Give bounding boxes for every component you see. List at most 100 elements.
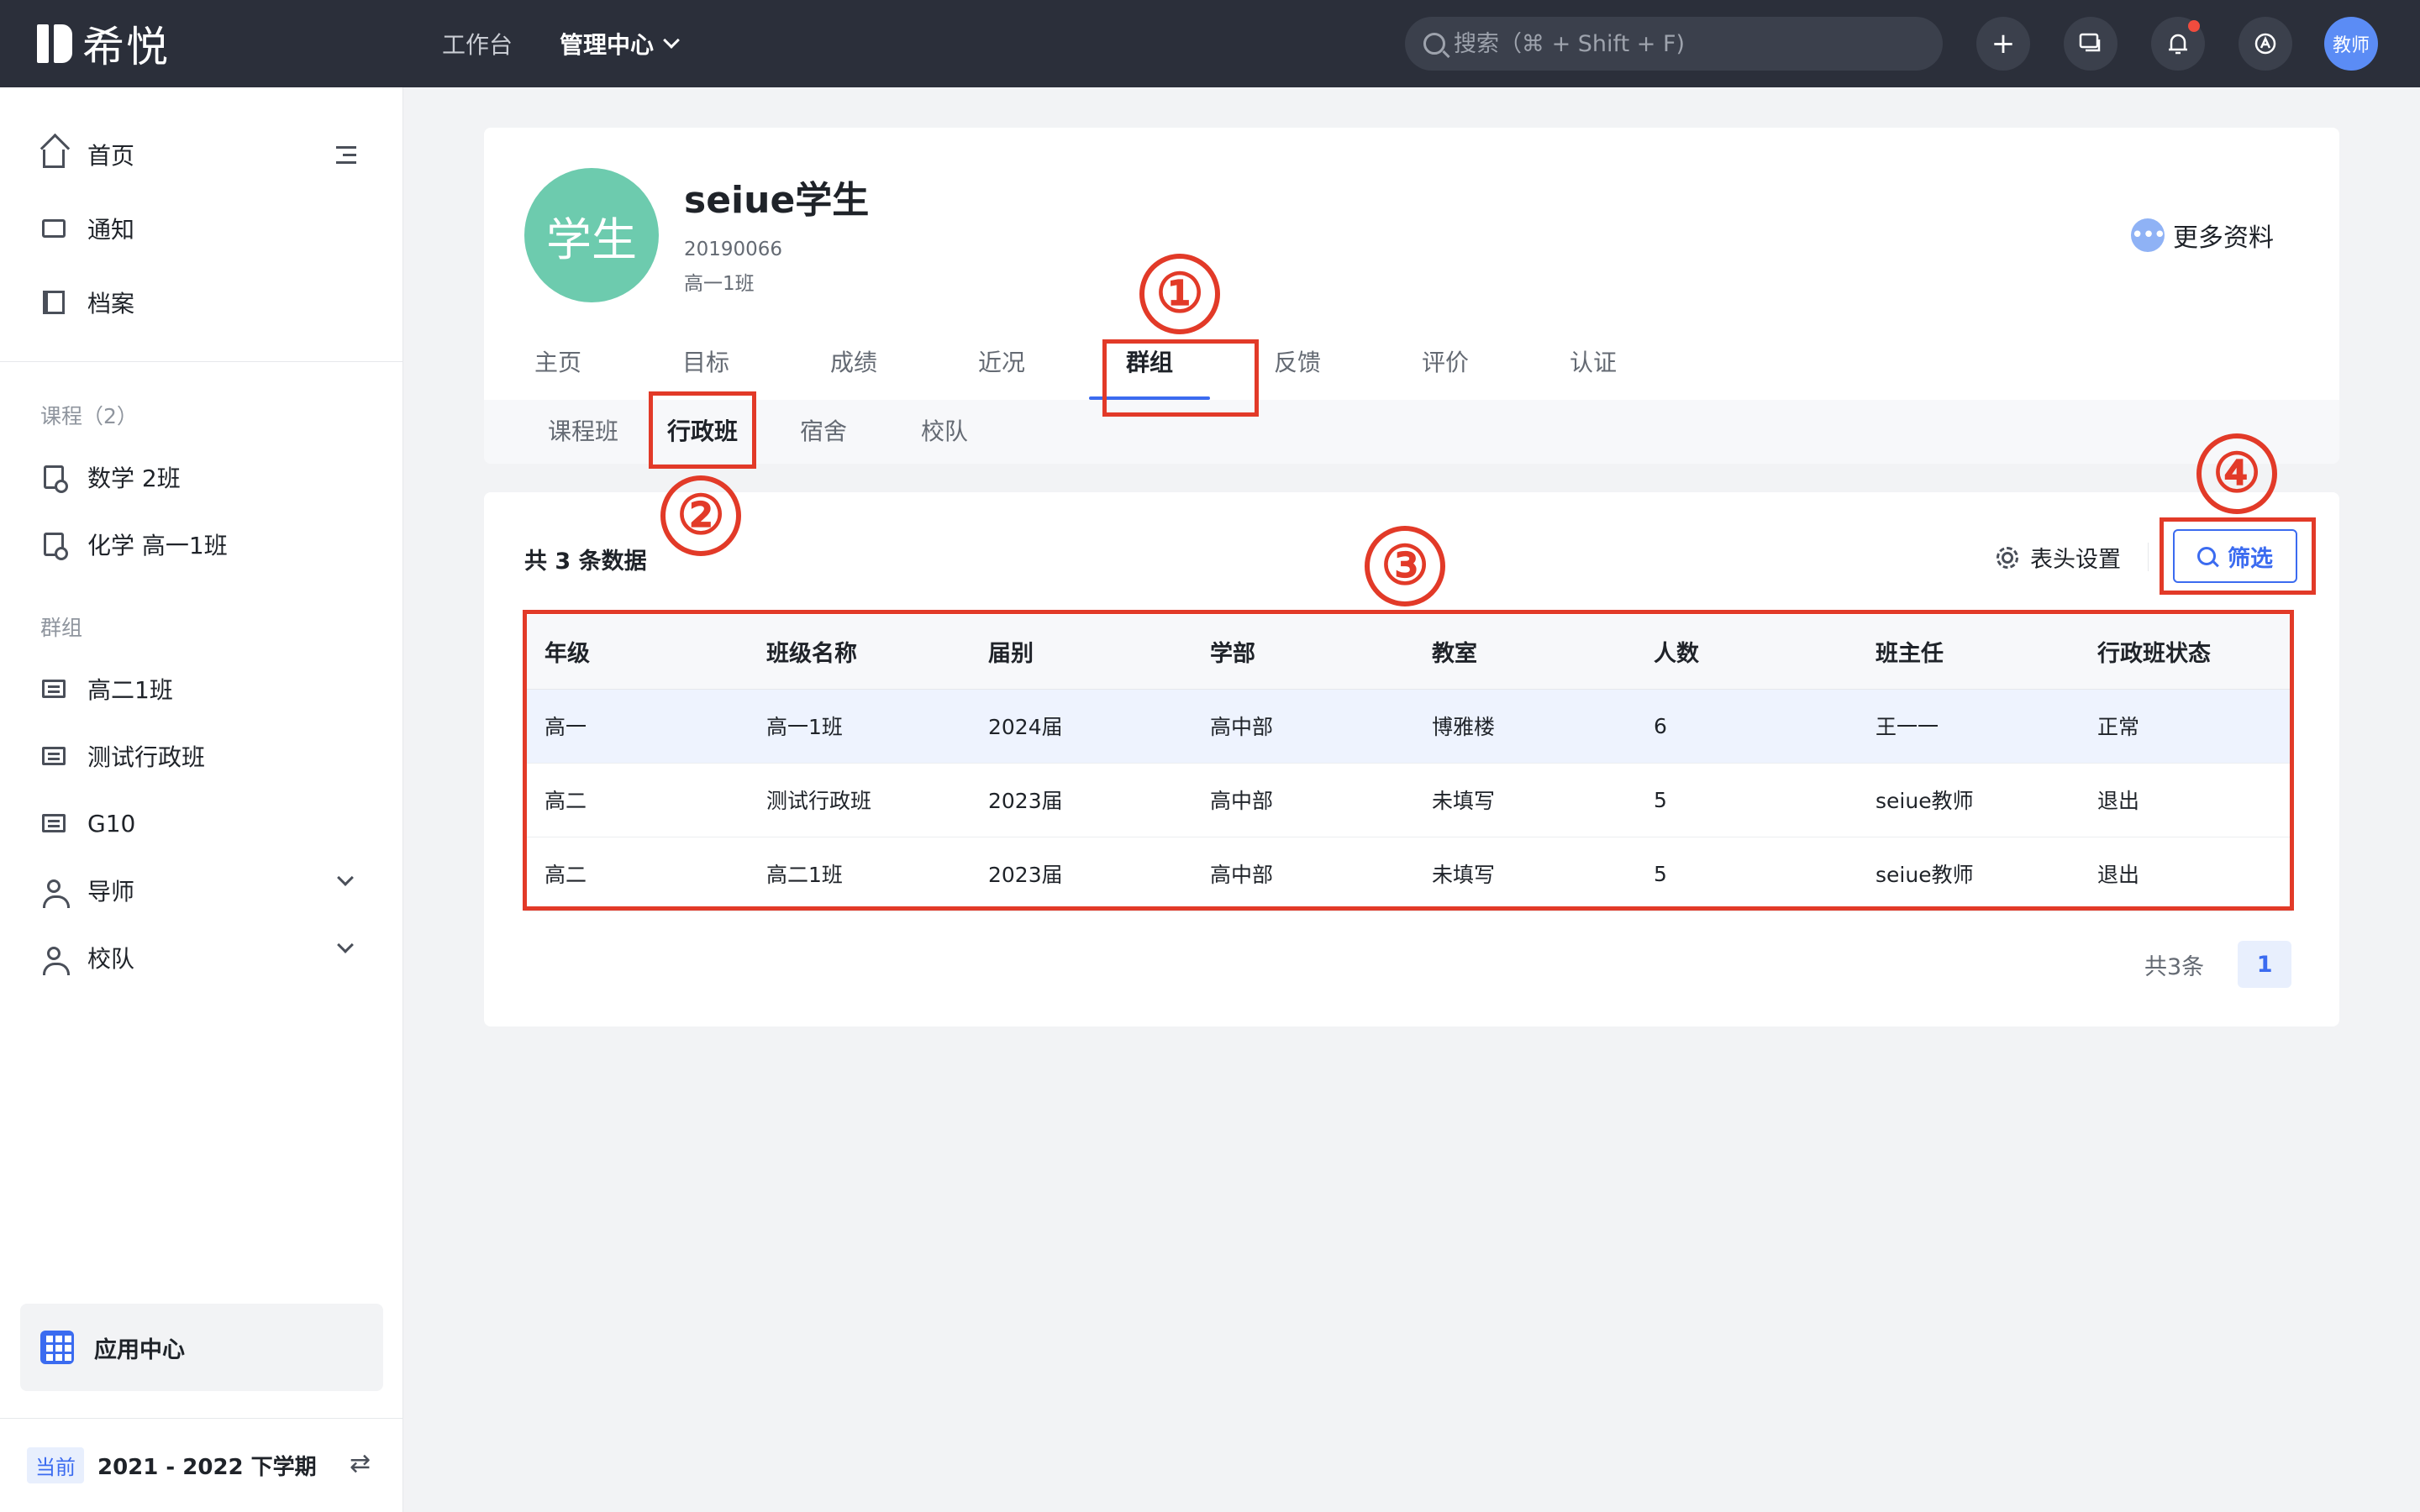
column-settings-button[interactable]: 表头设置 bbox=[1996, 541, 2121, 574]
notification-button[interactable] bbox=[2151, 17, 2205, 71]
class-icon bbox=[40, 675, 67, 702]
annotation-box-groups-tab bbox=[1102, 339, 1259, 417]
search-input[interactable] bbox=[1454, 30, 1924, 57]
logo-icon bbox=[37, 24, 72, 63]
sidebar-divider bbox=[0, 361, 403, 362]
global-search[interactable] bbox=[1405, 17, 1943, 71]
nav-admin-center[interactable]: 管理中心 bbox=[560, 27, 680, 60]
home-icon bbox=[40, 141, 67, 168]
chevron-down-icon[interactable] bbox=[337, 937, 354, 953]
subtab-dormitory[interactable]: 宿舍 bbox=[800, 400, 847, 464]
app-center-label: 应用中心 bbox=[94, 1336, 185, 1363]
sidebar-item-home[interactable]: 首页 bbox=[40, 133, 134, 176]
student-name: seiue学生 bbox=[684, 179, 870, 222]
plus-icon: + bbox=[1991, 27, 2016, 60]
sidebar-item-label: 测试行政班 bbox=[87, 743, 206, 771]
sidebar-item-label: 数学 2班 bbox=[87, 465, 181, 492]
assistant-button[interactable] bbox=[2238, 17, 2292, 71]
more-info-label: 更多资料 bbox=[2173, 223, 2274, 253]
mentor-icon bbox=[40, 877, 70, 908]
sidebar-item-label: G10 bbox=[87, 809, 136, 837]
bell-icon bbox=[2169, 34, 2187, 55]
more-info-button[interactable]: ••• 更多资料 bbox=[2131, 217, 2274, 254]
sidebar-item-label: 首页 bbox=[87, 142, 135, 170]
courses-heading: 课程（2） bbox=[40, 404, 138, 428]
sidebar-item-label: 校队 bbox=[87, 945, 135, 973]
assistant-icon bbox=[2254, 33, 2276, 55]
annotation-box-table bbox=[523, 610, 2294, 911]
sidebar-item-notice[interactable]: 通知 bbox=[40, 207, 134, 250]
app-logo[interactable]: 希悦 bbox=[37, 20, 170, 71]
add-button[interactable]: + bbox=[1976, 17, 2030, 71]
nav-admin-center-label: 管理中心 bbox=[560, 31, 655, 59]
archive-icon bbox=[40, 289, 67, 316]
student-avatar: 学生 bbox=[524, 168, 659, 302]
course-icon bbox=[40, 464, 68, 493]
sidebar-item-label: 高二1班 bbox=[87, 676, 173, 704]
class-icon bbox=[40, 743, 67, 769]
sidebar-item-label: 档案 bbox=[87, 290, 135, 318]
sidebar-item-course[interactable]: 化学 高一1班 bbox=[40, 522, 228, 566]
sidebar: 首页 通知 档案 课程（2） 数学 2班 化学 高一1班 群组 高二1班 测试行… bbox=[0, 87, 403, 1512]
collapse-sidebar-icon[interactable] bbox=[333, 146, 356, 165]
page-button[interactable]: 1 bbox=[2238, 941, 2292, 988]
course-icon bbox=[40, 531, 68, 560]
tab-evaluation[interactable]: 评价 bbox=[1371, 336, 1519, 400]
user-avatar[interactable]: 教师 bbox=[2324, 17, 2378, 71]
current-term: 当前 2021 - 2022 下学期 bbox=[27, 1446, 317, 1483]
annotation-number: ① bbox=[1139, 254, 1220, 334]
annotation-box-filter bbox=[2160, 517, 2316, 595]
subtab-school-team[interactable]: 校队 bbox=[921, 400, 968, 464]
sidebar-item-archive[interactable]: 档案 bbox=[40, 281, 134, 324]
app-center-button[interactable]: 应用中心 bbox=[20, 1304, 383, 1391]
gear-icon bbox=[1996, 546, 2018, 569]
current-tag: 当前 bbox=[27, 1446, 84, 1483]
profile-card: 学生 seiue学生 20190066 高一1班 ••• 更多资料 主页 目标 … bbox=[484, 128, 2339, 464]
tab-grades[interactable]: 成绩 bbox=[780, 336, 928, 400]
groups-heading: 群组 bbox=[40, 616, 83, 640]
total-count: 共3条 bbox=[2144, 953, 2205, 980]
more-dots-icon: ••• bbox=[2131, 218, 2166, 252]
tab-certification[interactable]: 认证 bbox=[1519, 336, 1667, 400]
chevron-down-icon bbox=[663, 32, 680, 49]
switch-term-icon[interactable]: ⇄ bbox=[350, 1452, 375, 1477]
toolbar-divider bbox=[2148, 543, 2149, 571]
logo-text: 希悦 bbox=[82, 23, 170, 71]
chevron-down-icon[interactable] bbox=[337, 869, 354, 886]
annotation-number: ② bbox=[660, 475, 741, 556]
top-nav: 工作台 管理中心 bbox=[442, 24, 680, 64]
message-icon bbox=[40, 215, 67, 242]
chat-button[interactable] bbox=[2064, 17, 2118, 71]
notification-dot bbox=[2188, 20, 2200, 32]
subtab-course-class[interactable]: 课程班 bbox=[548, 400, 618, 464]
annotation-box-admin-subtab bbox=[649, 391, 756, 469]
column-settings-label: 表头设置 bbox=[2030, 547, 2121, 573]
sidebar-item-mentor[interactable]: 导师 bbox=[40, 869, 134, 912]
class-icon bbox=[40, 810, 67, 837]
pagination: 共3条 1 bbox=[2144, 941, 2292, 988]
tab-goals[interactable]: 目标 bbox=[632, 336, 780, 400]
term-label: 2021 - 2022 下学期 bbox=[97, 1454, 317, 1480]
annotation-number: ④ bbox=[2196, 433, 2277, 514]
sidebar-item-team[interactable]: 校队 bbox=[40, 936, 134, 979]
sidebar-item-label: 通知 bbox=[87, 216, 135, 244]
student-id: 20190066 bbox=[684, 239, 783, 260]
sidebar-item-group[interactable]: 测试行政班 bbox=[40, 734, 205, 778]
sidebar-divider bbox=[0, 1418, 403, 1419]
grid-icon bbox=[40, 1331, 74, 1364]
sidebar-item-group[interactable]: G10 bbox=[40, 801, 135, 845]
team-icon bbox=[40, 944, 70, 975]
search-icon bbox=[1423, 33, 1445, 55]
sidebar-item-course[interactable]: 数学 2班 bbox=[40, 455, 181, 499]
sidebar-item-group[interactable]: 高二1班 bbox=[40, 667, 173, 711]
chat-icon bbox=[2079, 33, 2101, 52]
tab-home[interactable]: 主页 bbox=[484, 336, 632, 400]
nav-workbench[interactable]: 工作台 bbox=[442, 27, 513, 60]
data-count: 共 3 条数据 bbox=[524, 549, 647, 575]
student-class: 高一1班 bbox=[684, 273, 755, 295]
tab-recent[interactable]: 近况 bbox=[928, 336, 1076, 400]
sidebar-item-label: 导师 bbox=[87, 878, 135, 906]
group-sub-tabs: 课程班 行政班 宿舍 校队 bbox=[484, 400, 2339, 464]
top-bar: 希悦 工作台 管理中心 + 教师 bbox=[0, 0, 2420, 87]
annotation-number: ③ bbox=[1365, 526, 1445, 606]
